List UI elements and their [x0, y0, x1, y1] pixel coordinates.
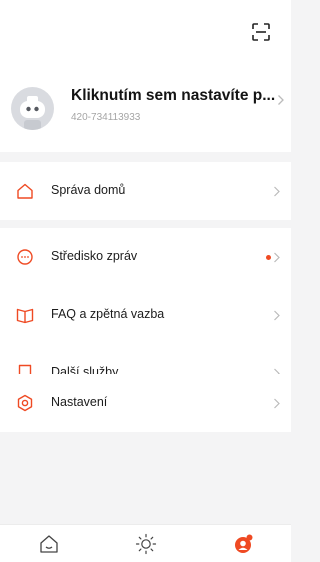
sun-icon — [135, 533, 157, 555]
robot-avatar-icon[interactable] — [11, 87, 54, 130]
settings-group: Nastavení — [0, 374, 291, 432]
profile-name[interactable]: Kliknutím sem nastavíte p... — [71, 87, 279, 105]
settings-icon — [17, 394, 33, 412]
menu-item-label: Správa domů — [51, 183, 126, 197]
chevron-right-icon — [278, 95, 284, 105]
menu-item-label: Nastavení — [51, 395, 108, 409]
user-icon — [235, 534, 253, 553]
unread-dot — [266, 255, 271, 260]
home-icon — [40, 535, 58, 553]
menu-item-label: FAQ a zpětná vazba — [51, 307, 165, 321]
chevron-right-icon — [274, 310, 280, 321]
menu-item-home-management[interactable]: Správa domů — [0, 162, 291, 220]
profile-phone: 420-734113933 — [71, 112, 141, 123]
chevron-right-icon — [274, 252, 280, 263]
menu-item-message-center[interactable]: Středisko zpráv — [0, 228, 291, 286]
menu-item-settings[interactable]: Nastavení — [0, 374, 291, 432]
bottom-tab-bar — [0, 524, 291, 562]
header: Kliknutím sem nastavíte p... 420-7341139… — [0, 0, 291, 152]
home-icon — [17, 183, 33, 199]
tab-home[interactable] — [0, 525, 97, 562]
book-icon — [16, 308, 34, 324]
home-group: Správa domů — [0, 162, 291, 220]
chevron-right-icon — [274, 398, 280, 409]
chevron-right-icon — [274, 186, 280, 197]
menu-item-label: Středisko zpráv — [51, 249, 138, 263]
scan-icon[interactable] — [251, 22, 271, 42]
menu-item-faq-feedback[interactable]: FAQ a zpětná vazba — [0, 286, 291, 344]
profile-card[interactable]: Kliknutím sem nastavíte p... 420-7341139… — [0, 80, 291, 136]
message-icon — [17, 249, 33, 265]
tab-smart[interactable] — [97, 525, 194, 562]
tab-profile[interactable] — [194, 525, 291, 562]
